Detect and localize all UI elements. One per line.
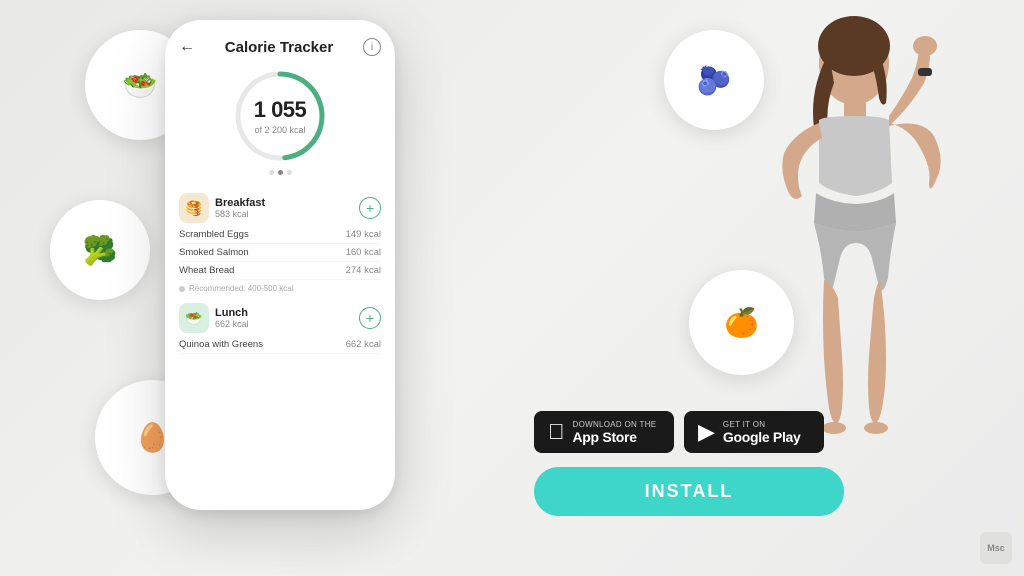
phone-header: ← Calorie Tracker i (179, 38, 381, 56)
breakfast-title-wrap: Breakfast 583 kcal (215, 197, 265, 219)
breakfast-name: Breakfast (215, 197, 265, 209)
food-cal-scrambled-eggs: 149 kcal (346, 229, 381, 240)
food-cal-wheat-bread: 274 kcal (346, 265, 381, 276)
lunch-title-wrap: Lunch 662 kcal (215, 307, 249, 329)
msc-label: Msc (987, 543, 1005, 553)
apple-icon:  (548, 419, 565, 445)
app-store-small-label: Download on the (573, 420, 657, 429)
lunch-icon: 🥗 (179, 303, 209, 333)
calorie-ring: 1 055 of 2 200 kcal (230, 66, 330, 166)
msc-badge: Msc (980, 532, 1012, 564)
page-dots (269, 170, 292, 175)
food-plate-2: 🥦 (50, 200, 150, 300)
food-name-smoked-salmon: Smoked Salmon (179, 247, 249, 258)
app-store-button[interactable]:  Download on the App Store (534, 411, 674, 453)
lunch-name: Lunch (215, 307, 249, 319)
app-store-large-label: App Store (573, 429, 657, 445)
recommendation-label: Recommended: 400-500 kcal (189, 284, 294, 293)
rec-dot-icon (179, 286, 185, 292)
food-cal-smoked-salmon: 160 kcal (346, 247, 381, 258)
food-item-quinoa: Quinoa with Greens 662 kcal (179, 336, 381, 354)
food-name-scrambled-eggs: Scrambled Eggs (179, 229, 249, 240)
google-play-button[interactable]: ▶ GET IT ON Google Play (684, 411, 824, 453)
lunch-add-button[interactable]: + (359, 307, 381, 329)
food-item-smoked-salmon: Smoked Salmon 160 kcal (179, 244, 381, 262)
dot-1 (269, 170, 274, 175)
download-buttons-area:  Download on the App Store ▶ GET IT ON … (534, 411, 844, 516)
right-section:  Download on the App Store ▶ GET IT ON … (504, 0, 1024, 576)
breakfast-kcal: 583 kcal (215, 209, 265, 219)
google-play-icon: ▶ (698, 419, 715, 445)
phone-title: Calorie Tracker (225, 39, 333, 56)
lunch-section: 🥗 Lunch 662 kcal + Quinoa with Greens 66… (179, 303, 381, 354)
breakfast-icon: 🥞 (179, 193, 209, 223)
phone-mockup: ← Calorie Tracker i 1 055 of 2 200 kcal (165, 20, 395, 520)
google-play-text: GET IT ON Google Play (723, 420, 801, 445)
lunch-header: 🥗 Lunch 662 kcal + (179, 303, 381, 333)
recommendation-text: Recommended: 400-500 kcal (179, 284, 381, 293)
food-item-scrambled-eggs: Scrambled Eggs 149 kcal (179, 226, 381, 244)
calorie-subtitle: of 2 200 kcal (254, 125, 305, 135)
dot-3 (287, 170, 292, 175)
calorie-section: 1 055 of 2 200 kcal (179, 66, 381, 185)
breakfast-header: 🥞 Breakfast 583 kcal + (179, 193, 381, 223)
app-store-text: Download on the App Store (573, 420, 657, 445)
breakfast-header-left: 🥞 Breakfast 583 kcal (179, 193, 265, 223)
breakfast-section: 🥞 Breakfast 583 kcal + Scrambled Eggs 14… (179, 193, 381, 297)
food-name-wheat-bread: Wheat Bread (179, 265, 234, 276)
food-name-quinoa: Quinoa with Greens (179, 339, 263, 350)
install-button[interactable]: INSTALL (534, 467, 844, 516)
breakfast-add-button[interactable]: + (359, 197, 381, 219)
back-arrow-icon[interactable]: ← (179, 38, 195, 56)
food-item-wheat-bread: Wheat Bread 274 kcal (179, 262, 381, 280)
install-button-label: INSTALL (645, 481, 734, 501)
info-icon[interactable]: i (363, 38, 381, 56)
lunch-kcal: 662 kcal (215, 319, 249, 329)
lunch-header-left: 🥗 Lunch 662 kcal (179, 303, 249, 333)
food-emoji-2: 🥦 (83, 234, 118, 267)
dot-2 (278, 170, 283, 175)
google-play-small-label: GET IT ON (723, 420, 801, 429)
calorie-number: 1 055 (254, 97, 307, 123)
food-emoji-1: 🥗 (123, 69, 158, 102)
google-play-large-label: Google Play (723, 429, 801, 445)
food-cal-quinoa: 662 kcal (346, 339, 381, 350)
store-buttons-row:  Download on the App Store ▶ GET IT ON … (534, 411, 844, 453)
phone-screen: ← Calorie Tracker i 1 055 of 2 200 kcal (165, 20, 395, 510)
